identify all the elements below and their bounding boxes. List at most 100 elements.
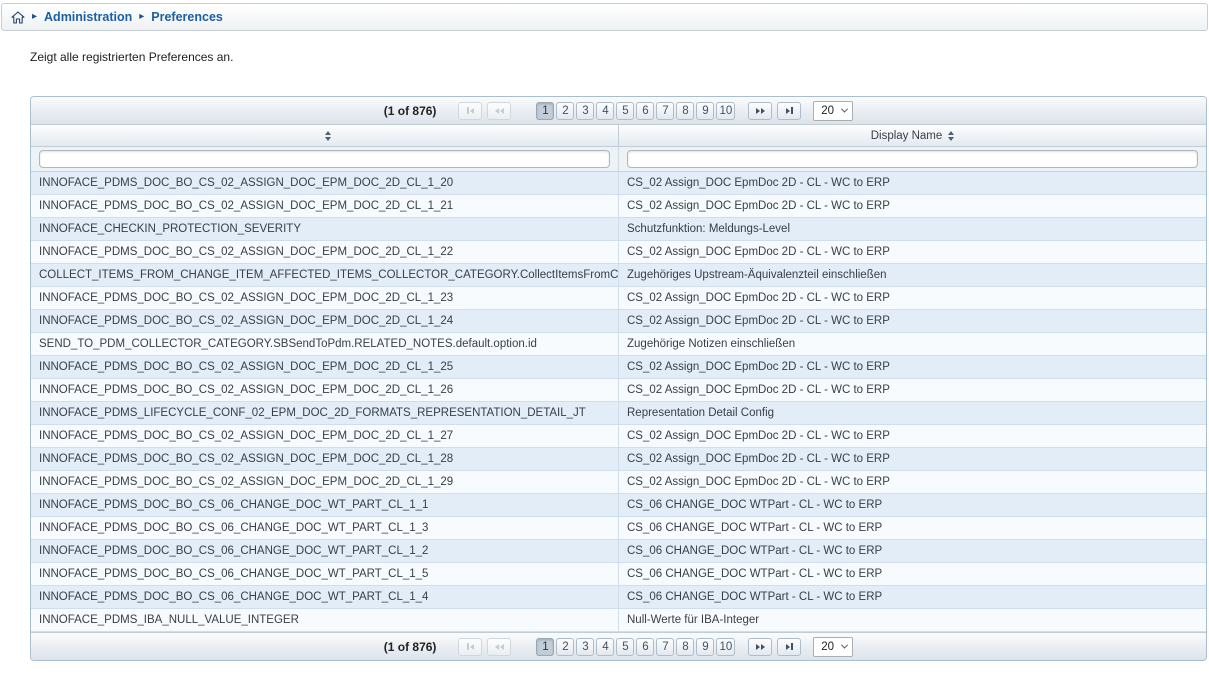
preference-name-cell: INNOFACE_PDMS_DOC_BO_CS_02_ASSIGN_DOC_EP… — [31, 471, 619, 493]
table-row[interactable]: SEND_TO_PDM_COLLECTOR_CATEGORY.SBSendToP… — [31, 333, 1206, 356]
rows-per-page-select[interactable]: 20 — [813, 637, 853, 657]
paginator-page-button[interactable]: 4 — [596, 102, 614, 120]
table-row[interactable]: INNOFACE_PDMS_DOC_BO_CS_06_CHANGE_DOC_WT… — [31, 517, 1206, 540]
filter-input-name[interactable] — [39, 150, 610, 168]
prev-page-icon — [495, 108, 499, 114]
paginator-prev-button[interactable] — [487, 102, 511, 120]
paginator-page-button[interactable]: 2 — [556, 102, 574, 120]
column-header-name[interactable] — [31, 125, 619, 146]
paginator-first-button[interactable] — [458, 638, 482, 656]
sort-icon[interactable] — [325, 131, 331, 141]
paginator-page-button[interactable]: 5 — [616, 638, 634, 656]
paginator-page-button[interactable]: 5 — [616, 102, 634, 120]
paginator-page-button[interactable]: 10 — [716, 102, 735, 120]
preference-name-cell: INNOFACE_PDMS_DOC_BO_CS_02_ASSIGN_DOC_EP… — [31, 356, 619, 378]
paginator-page-button[interactable]: 7 — [656, 102, 674, 120]
next-page-icon — [756, 108, 760, 114]
rows-per-page-select[interactable]: 20 — [813, 101, 853, 121]
preference-name-cell: INNOFACE_PDMS_DOC_BO_CS_06_CHANGE_DOC_WT… — [31, 494, 619, 516]
preference-name-cell: INNOFACE_PDMS_DOC_BO_CS_02_ASSIGN_DOC_EP… — [31, 172, 619, 194]
display-name-cell: CS_06 CHANGE_DOC WTPart - CL - WC to ERP — [619, 540, 1206, 562]
display-name-cell: CS_06 CHANGE_DOC WTPart - CL - WC to ERP — [619, 494, 1206, 516]
preference-name-cell: INNOFACE_PDMS_DOC_BO_CS_02_ASSIGN_DOC_EP… — [31, 379, 619, 401]
table-row[interactable]: INNOFACE_PDMS_LIFECYCLE_CONF_02_EPM_DOC_… — [31, 402, 1206, 425]
display-name-cell: CS_02 Assign_DOC EpmDoc 2D - CL - WC to … — [619, 448, 1206, 470]
breadcrumb-arrow-icon: ▸ — [32, 12, 37, 22]
table-row[interactable]: INNOFACE_PDMS_DOC_BO_CS_02_ASSIGN_DOC_EP… — [31, 195, 1206, 218]
display-name-cell: CS_02 Assign_DOC EpmDoc 2D - CL - WC to … — [619, 241, 1206, 263]
display-name-cell: CS_02 Assign_DOC EpmDoc 2D - CL - WC to … — [619, 425, 1206, 447]
paginator-page-button[interactable]: 10 — [716, 638, 735, 656]
display-name-cell: Schutzfunktion: Meldungs-Level — [619, 218, 1206, 240]
table-row[interactable]: INNOFACE_PDMS_DOC_BO_CS_02_ASSIGN_DOC_EP… — [31, 241, 1206, 264]
paginator-next-button[interactable] — [748, 102, 772, 120]
page-description: Zeigt alle registrierten Preferences an. — [30, 50, 1209, 64]
paginator-page-button[interactable]: 1 — [536, 638, 554, 656]
table-row[interactable]: INNOFACE_PDMS_DOC_BO_CS_06_CHANGE_DOC_WT… — [31, 563, 1206, 586]
table-row[interactable]: INNOFACE_PDMS_DOC_BO_CS_06_CHANGE_DOC_WT… — [31, 494, 1206, 517]
display-name-cell: CS_06 CHANGE_DOC WTPart - CL - WC to ERP — [619, 517, 1206, 539]
display-name-cell: CS_02 Assign_DOC EpmDoc 2D - CL - WC to … — [619, 287, 1206, 309]
paginator-page-button[interactable]: 9 — [696, 638, 714, 656]
paginator-page-button[interactable]: 7 — [656, 638, 674, 656]
paginator-last-button[interactable] — [777, 102, 801, 120]
paginator-current-text: (1 of 876) — [384, 640, 437, 654]
table-row[interactable]: INNOFACE_PDMS_DOC_BO_CS_06_CHANGE_DOC_WT… — [31, 586, 1206, 609]
display-name-cell: CS_06 CHANGE_DOC WTPart - CL - WC to ERP — [619, 586, 1206, 608]
paginator-page-button[interactable]: 1 — [536, 102, 554, 120]
next-page-icon — [756, 644, 760, 650]
paginator-page-button[interactable]: 9 — [696, 102, 714, 120]
table-row[interactable]: INNOFACE_CHECKIN_PROTECTION_SEVERITY Sch… — [31, 218, 1206, 241]
rows-per-page-value: 20 — [821, 641, 834, 653]
paginator-first-button[interactable] — [458, 102, 482, 120]
table-row[interactable]: INNOFACE_PDMS_DOC_BO_CS_02_ASSIGN_DOC_EP… — [31, 172, 1206, 195]
breadcrumb-arrow-icon: ▸ — [139, 12, 144, 22]
table-row[interactable]: COLLECT_ITEMS_FROM_CHANGE_ITEM_AFFECTED_… — [31, 264, 1206, 287]
preference-name-cell: INNOFACE_PDMS_DOC_BO_CS_02_ASSIGN_DOC_EP… — [31, 241, 619, 263]
paginator-page-button[interactable]: 3 — [576, 638, 594, 656]
rows-per-page-value: 20 — [821, 105, 834, 117]
filter-input-display-name[interactable] — [627, 150, 1198, 168]
paginator-page-button[interactable]: 6 — [636, 102, 654, 120]
home-link[interactable] — [11, 11, 25, 24]
table-row[interactable]: INNOFACE_PDMS_DOC_BO_CS_02_ASSIGN_DOC_EP… — [31, 379, 1206, 402]
preference-name-cell: INNOFACE_PDMS_DOC_BO_CS_06_CHANGE_DOC_WT… — [31, 517, 619, 539]
sort-icon[interactable] — [948, 131, 954, 141]
display-name-cell: Null-Werte für IBA-Integer — [619, 609, 1206, 631]
table-row[interactable]: INNOFACE_PDMS_DOC_BO_CS_06_CHANGE_DOC_WT… — [31, 540, 1206, 563]
paginator-page-button[interactable]: 2 — [556, 638, 574, 656]
display-name-cell: Zugehöriges Upstream-Äquivalenzteil eins… — [619, 264, 1206, 286]
table-body: INNOFACE_PDMS_DOC_BO_CS_02_ASSIGN_DOC_EP… — [31, 172, 1206, 632]
table-filter-row — [31, 147, 1206, 172]
paginator-page-button[interactable]: 3 — [576, 102, 594, 120]
paginator-current-text: (1 of 876) — [384, 104, 437, 118]
first-page-icon — [467, 107, 469, 114]
prev-page-icon — [495, 644, 499, 650]
table-row[interactable]: INNOFACE_PDMS_DOC_BO_CS_02_ASSIGN_DOC_EP… — [31, 287, 1206, 310]
table-row[interactable]: INNOFACE_PDMS_DOC_BO_CS_02_ASSIGN_DOC_EP… — [31, 356, 1206, 379]
chevron-down-icon — [841, 642, 848, 649]
table-row[interactable]: INNOFACE_PDMS_DOC_BO_CS_02_ASSIGN_DOC_EP… — [31, 448, 1206, 471]
breadcrumb-item-preferences[interactable]: Preferences — [151, 10, 223, 24]
paginator-top: (1 of 876) 12345678910 20 — [31, 97, 1206, 125]
chevron-down-icon — [841, 106, 848, 113]
table-row[interactable]: INNOFACE_PDMS_DOC_BO_CS_02_ASSIGN_DOC_EP… — [31, 425, 1206, 448]
preference-name-cell: INNOFACE_PDMS_DOC_BO_CS_06_CHANGE_DOC_WT… — [31, 586, 619, 608]
paginator-page-button[interactable]: 8 — [676, 102, 694, 120]
paginator-page-button[interactable]: 8 — [676, 638, 694, 656]
paginator-page-button[interactable]: 4 — [596, 638, 614, 656]
paginator-last-button[interactable] — [777, 638, 801, 656]
preference-name-cell: INNOFACE_PDMS_DOC_BO_CS_02_ASSIGN_DOC_EP… — [31, 448, 619, 470]
column-header-display-name[interactable]: Display Name — [619, 125, 1206, 146]
preference-name-cell: INNOFACE_PDMS_DOC_BO_CS_06_CHANGE_DOC_WT… — [31, 563, 619, 585]
breadcrumb: ▸ Administration ▸ Preferences — [1, 3, 1208, 31]
table-row[interactable]: INNOFACE_PDMS_DOC_BO_CS_02_ASSIGN_DOC_EP… — [31, 471, 1206, 494]
paginator-next-button[interactable] — [748, 638, 772, 656]
table-row[interactable]: INNOFACE_PDMS_IBA_NULL_VALUE_INTEGER Nul… — [31, 609, 1206, 632]
paginator-page-button[interactable]: 6 — [636, 638, 654, 656]
preference-name-cell: INNOFACE_PDMS_DOC_BO_CS_02_ASSIGN_DOC_EP… — [31, 310, 619, 332]
column-header-display-name-label: Display Name — [871, 130, 943, 142]
paginator-prev-button[interactable] — [487, 638, 511, 656]
breadcrumb-item-administration[interactable]: Administration — [44, 10, 132, 24]
table-row[interactable]: INNOFACE_PDMS_DOC_BO_CS_02_ASSIGN_DOC_EP… — [31, 310, 1206, 333]
